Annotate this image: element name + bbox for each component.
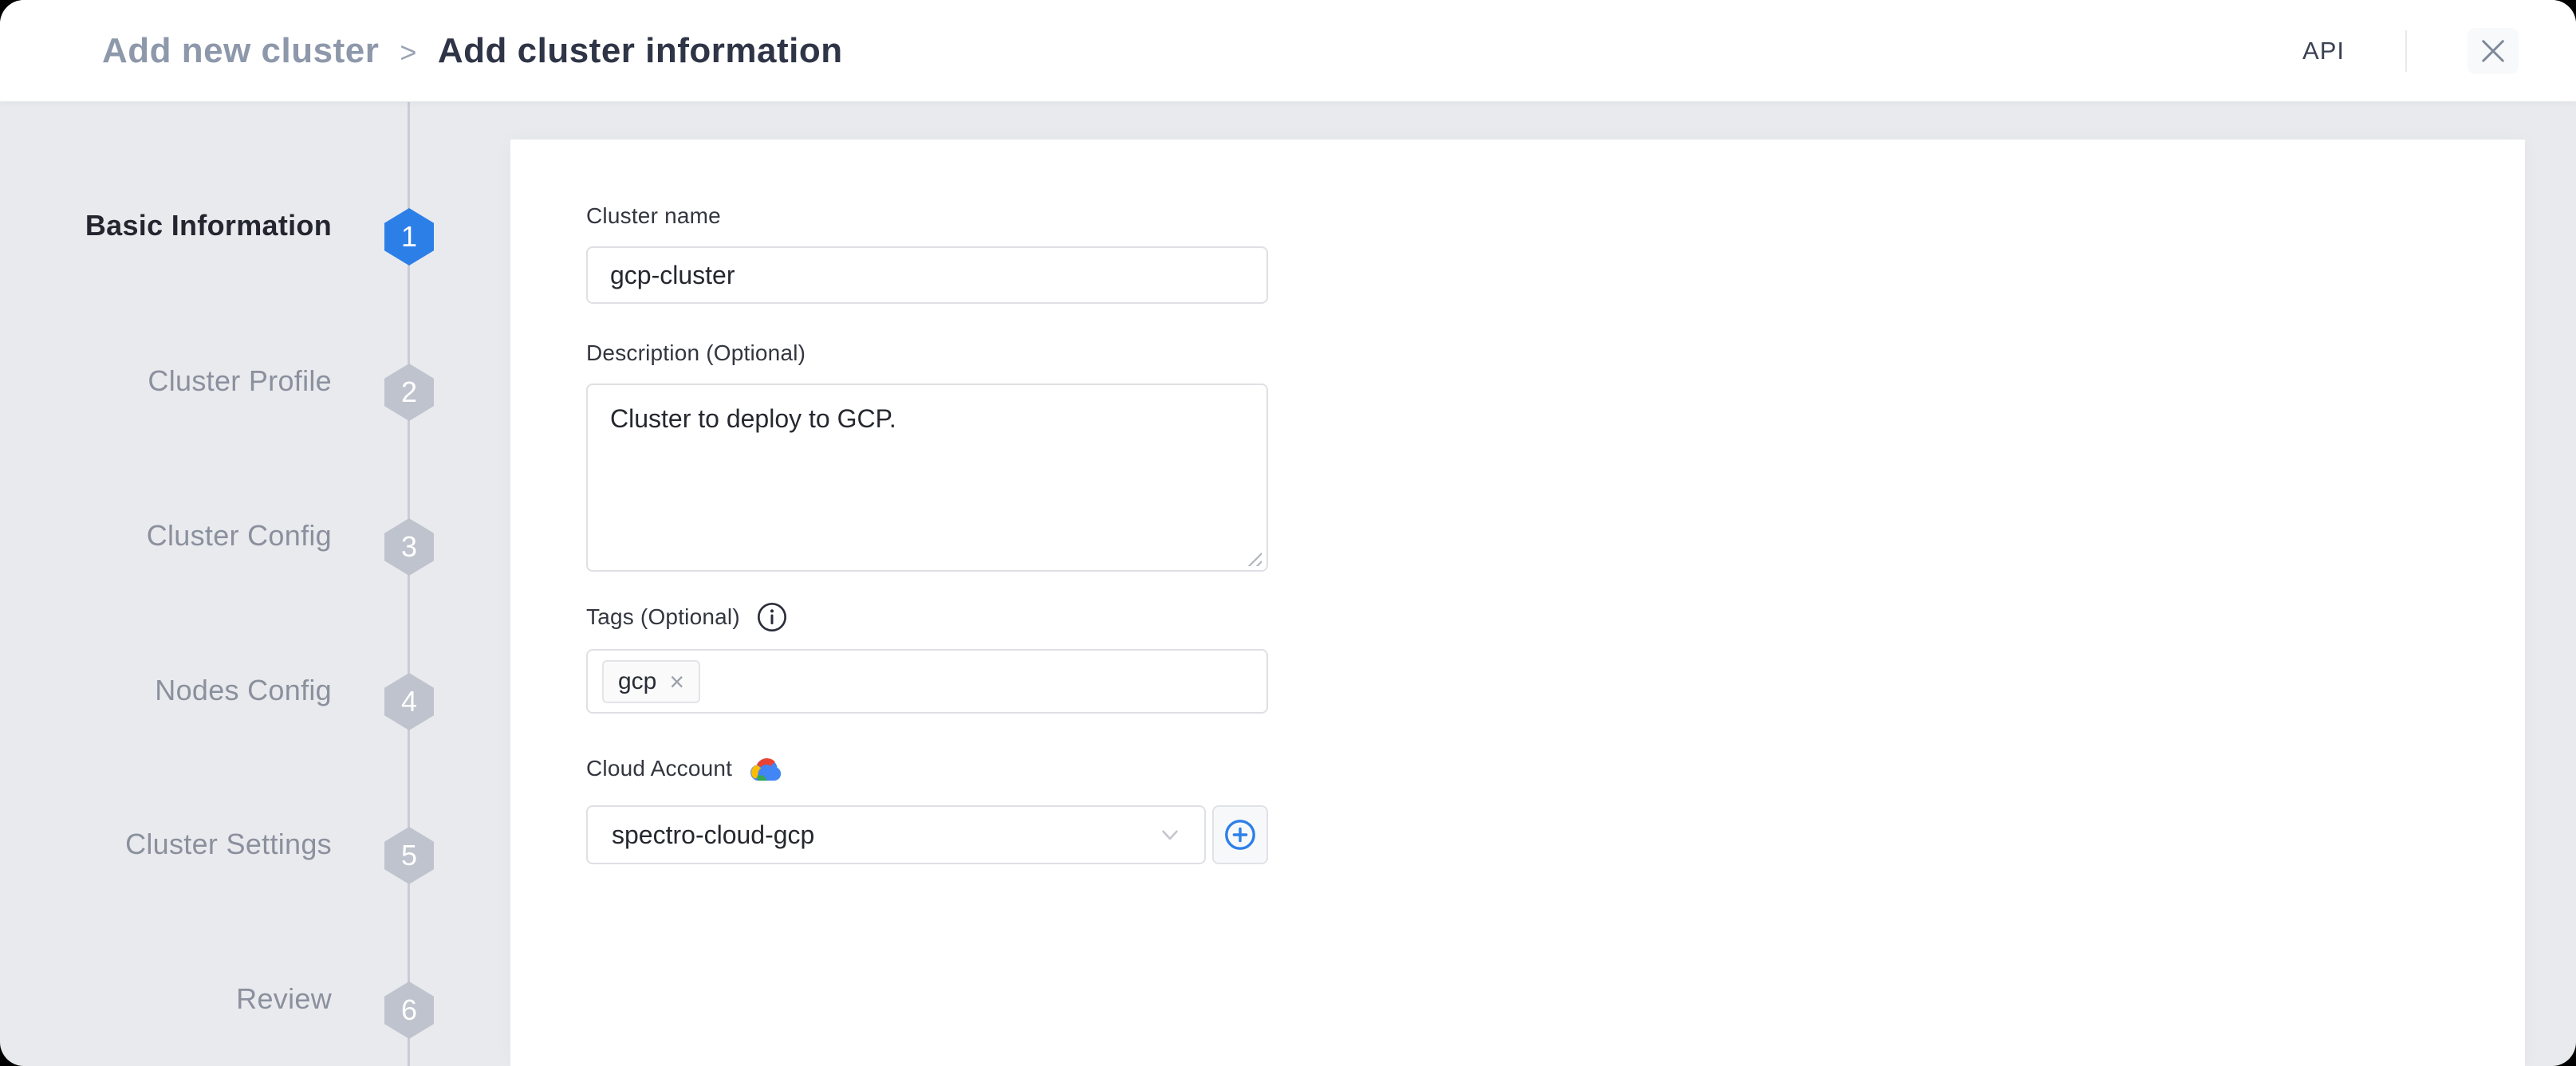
page-title: Add cluster information <box>437 30 843 70</box>
step-number-hexagon: 3 <box>384 518 434 576</box>
description-label: Description (Optional) <box>586 340 806 365</box>
step-number-hexagon: 5 <box>384 827 434 884</box>
tag-chip-text: gcp <box>618 667 657 694</box>
close-icon <box>2482 39 2504 62</box>
cluster-name-label: Cluster name <box>586 203 721 228</box>
cloud-account-label-row: Cloud Account <box>586 754 1268 783</box>
tags-label: Tags (Optional) <box>586 604 740 629</box>
cloud-account-select-row: spectro-cloud-gcp <box>586 805 1268 864</box>
step-label: Basic Information <box>85 209 332 242</box>
step-number-hexagon: 1 <box>384 208 434 266</box>
wizard-header: Add new cluster > Add cluster informatio… <box>0 0 2576 102</box>
api-button[interactable]: API <box>2302 37 2345 65</box>
tag-chip: gcp × <box>602 659 701 703</box>
plus-circle-icon <box>1225 820 1255 850</box>
breadcrumb-separator: > <box>400 35 417 69</box>
tags-input[interactable]: gcp × <box>586 649 1268 714</box>
form-panel: Cluster name Description (Optional) Clus… <box>510 140 2525 1066</box>
info-icon[interactable] <box>756 601 788 633</box>
breadcrumb: Add new cluster > Add cluster informatio… <box>0 31 843 71</box>
tags-label-row: Tags (Optional) <box>586 601 1268 633</box>
header-divider <box>2405 30 2407 72</box>
cloud-account-select[interactable]: spectro-cloud-gcp <box>586 805 1207 864</box>
chevron-down-icon <box>1156 821 1184 848</box>
step-label: Review <box>236 982 332 1015</box>
step-number-hexagon: 2 <box>384 364 434 421</box>
basic-information-form: Cluster name Description (Optional) Clus… <box>586 202 1268 864</box>
step-label: Nodes Config <box>155 674 332 706</box>
step-label: Cluster Settings <box>125 828 332 860</box>
step-label: Cluster Config <box>146 519 332 552</box>
breadcrumb-add-new-cluster[interactable]: Add new cluster <box>102 31 379 71</box>
step-label: Cluster Profile <box>148 364 332 397</box>
description-textarea[interactable]: Cluster to deploy to GCP. <box>586 384 1268 572</box>
add-cluster-wizard-window: Add new cluster > Add cluster informatio… <box>0 0 2576 1066</box>
tag-remove-icon[interactable]: × <box>669 669 684 694</box>
cluster-name-input[interactable] <box>586 246 1268 304</box>
step-number-hexagon: 6 <box>384 981 434 1039</box>
cloud-account-selected-value: spectro-cloud-gcp <box>612 820 815 849</box>
step-number-hexagon: 4 <box>384 673 434 730</box>
close-button[interactable] <box>2468 27 2519 74</box>
header-actions: API <box>2302 27 2576 74</box>
wizard-body: Basic Information 1 Cluster Profile 2 Cl… <box>0 101 2576 1066</box>
cloud-account-label: Cloud Account <box>586 756 733 781</box>
description-textarea-wrap: Cluster to deploy to GCP. <box>586 384 1268 576</box>
wizard-stepper: Basic Information 1 Cluster Profile 2 Cl… <box>0 101 510 1066</box>
google-cloud-icon <box>748 754 785 783</box>
add-cloud-account-button[interactable] <box>1212 805 1268 864</box>
